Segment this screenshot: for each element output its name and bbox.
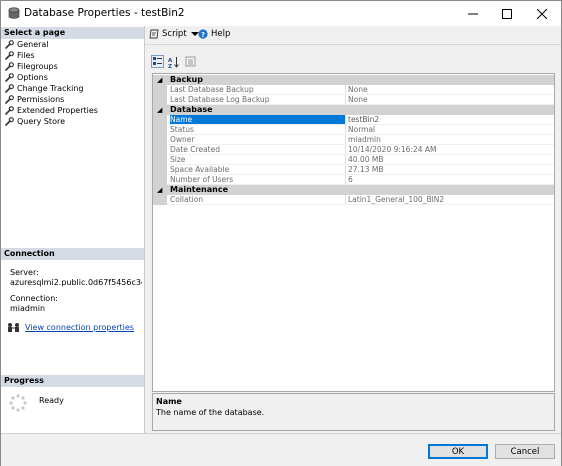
- toolbar-divider: [145, 44, 561, 45]
- page-item-label: Permissions: [17, 95, 65, 104]
- category-gutter: [153, 195, 167, 205]
- category-database[interactable]: ◢ Database: [153, 105, 554, 115]
- ok-button[interactable]: OK: [428, 444, 488, 459]
- property-row[interactable]: Status Normal: [167, 125, 554, 135]
- title-bar: Database Properties - testBin2: [1, 1, 561, 26]
- help-label: Help: [211, 29, 231, 39]
- connection-label: Connection:: [10, 294, 58, 303]
- categorized-button[interactable]: [151, 55, 164, 68]
- page-item-files[interactable]: Files: [5, 50, 35, 61]
- page-item-query-store[interactable]: Query Store: [5, 116, 65, 127]
- category-maintenance[interactable]: ◢ Maintenance: [153, 185, 554, 195]
- page-item-label: Query Store: [17, 117, 65, 126]
- wrench-icon: [5, 40, 14, 49]
- minimize-button[interactable]: [456, 1, 490, 26]
- window-title: Database Properties - testBin2: [24, 7, 185, 19]
- connection-header: Connection: [1, 248, 144, 260]
- progress-status: Ready: [39, 396, 64, 405]
- view-connection-properties[interactable]: View connection properties: [7, 322, 134, 332]
- alphabetical-button[interactable]: A Z: [167, 55, 180, 70]
- property-row[interactable]: Size 40.00 MB: [167, 155, 554, 165]
- server-label: Server:: [10, 268, 39, 277]
- dialog-window: Database Properties - testBin2 Select a …: [0, 0, 562, 466]
- wrench-icon: [5, 62, 14, 71]
- progress-header: Progress: [1, 375, 144, 387]
- property-row[interactable]: Name testBin2: [167, 115, 554, 125]
- description-text: The name of the database.: [156, 408, 265, 417]
- page-item-permissions[interactable]: Permissions: [5, 94, 64, 105]
- svg-text:?: ?: [201, 31, 205, 39]
- collapse-toggle-icon[interactable]: ◢: [157, 185, 162, 195]
- left-pane: Select a page General Files Filegroups Opti…: [1, 26, 145, 433]
- category-backup[interactable]: ◢ Backup: [153, 75, 554, 85]
- page-item-extended-properties[interactable]: Extended Properties: [5, 105, 98, 116]
- category-label: Database: [170, 105, 213, 114]
- property-pages-button[interactable]: [184, 55, 197, 68]
- collapse-toggle-icon[interactable]: ◢: [157, 75, 162, 85]
- page-item-options[interactable]: Options: [5, 72, 48, 83]
- page-item-label: Extended Properties: [17, 106, 98, 115]
- page-item-general[interactable]: General: [5, 39, 49, 50]
- database-icon: [8, 7, 20, 19]
- property-row[interactable]: Space Available 27.13 MB: [167, 165, 554, 175]
- property-row[interactable]: Number of Users 6: [167, 175, 554, 185]
- category-label: Maintenance: [170, 185, 229, 194]
- wrench-icon: [5, 73, 14, 82]
- minimize-icon: [468, 13, 478, 14]
- wrench-icon: [5, 51, 14, 60]
- select-page-header: Select a page: [1, 27, 144, 39]
- category-label: Backup: [170, 75, 203, 84]
- close-button[interactable]: [525, 1, 559, 26]
- toolbar: Script ? Help: [145, 26, 561, 44]
- page-item-label: Filegroups: [17, 62, 58, 71]
- sort-az-icon: A Z: [168, 57, 179, 70]
- connection-properties-icon: [8, 323, 19, 332]
- cancel-button[interactable]: Cancel: [495, 444, 555, 459]
- page-item-filegroups[interactable]: Filegroups: [5, 61, 58, 72]
- maximize-icon: [502, 8, 512, 19]
- property-row[interactable]: Date Created 10/14/2020 9:16:24 AM: [167, 145, 554, 155]
- property-grid[interactable]: ◢ Backup Last Database Backup None Last Data…: [152, 73, 555, 392]
- script-icon: [149, 29, 159, 39]
- script-button[interactable]: Script: [149, 29, 199, 39]
- page-item-label: Options: [17, 73, 48, 82]
- page-item-change-tracking[interactable]: Change Tracking: [5, 83, 83, 94]
- categorized-icon: [153, 57, 162, 65]
- category-gutter: [153, 85, 167, 105]
- help-icon: ?: [198, 29, 208, 39]
- property-row[interactable]: Last Database Log Backup None: [167, 95, 554, 105]
- help-button[interactable]: ? Help: [198, 29, 230, 39]
- description-panel: Name The name of the database.: [152, 393, 555, 431]
- property-pages-icon: [185, 56, 196, 67]
- svg-text:Z: Z: [168, 64, 172, 68]
- property-row[interactable]: Collation Latin1_General_100_BIN2: [167, 195, 554, 205]
- description-title: Name: [156, 397, 182, 406]
- property-row[interactable]: Owner miadmin: [167, 135, 554, 145]
- wrench-icon: [5, 95, 14, 104]
- wrench-icon: [5, 117, 14, 126]
- wrench-icon: [5, 106, 14, 115]
- view-connection-properties-link[interactable]: View connection properties: [25, 323, 134, 332]
- page-item-label: General: [17, 40, 49, 49]
- collapse-toggle-icon[interactable]: ◢: [157, 105, 162, 115]
- connection-value: miadmin: [10, 304, 46, 313]
- property-row[interactable]: Last Database Backup None: [167, 85, 554, 95]
- script-label: Script: [162, 29, 187, 39]
- progress-spinner-icon: [9, 394, 27, 412]
- maximize-button[interactable]: [490, 1, 524, 26]
- button-bar: OK Cancel: [1, 433, 561, 466]
- close-icon: [537, 8, 547, 19]
- server-value: azuresqlmi2.public.0d67f5456c3d.: [10, 278, 142, 287]
- row-divider: [167, 204, 554, 205]
- page-item-label: Change Tracking: [17, 84, 84, 93]
- property-grid-toolbar: A Z: [151, 55, 203, 70]
- page-item-label: Files: [17, 51, 35, 60]
- category-gutter: [153, 115, 167, 185]
- wrench-icon: [5, 84, 14, 93]
